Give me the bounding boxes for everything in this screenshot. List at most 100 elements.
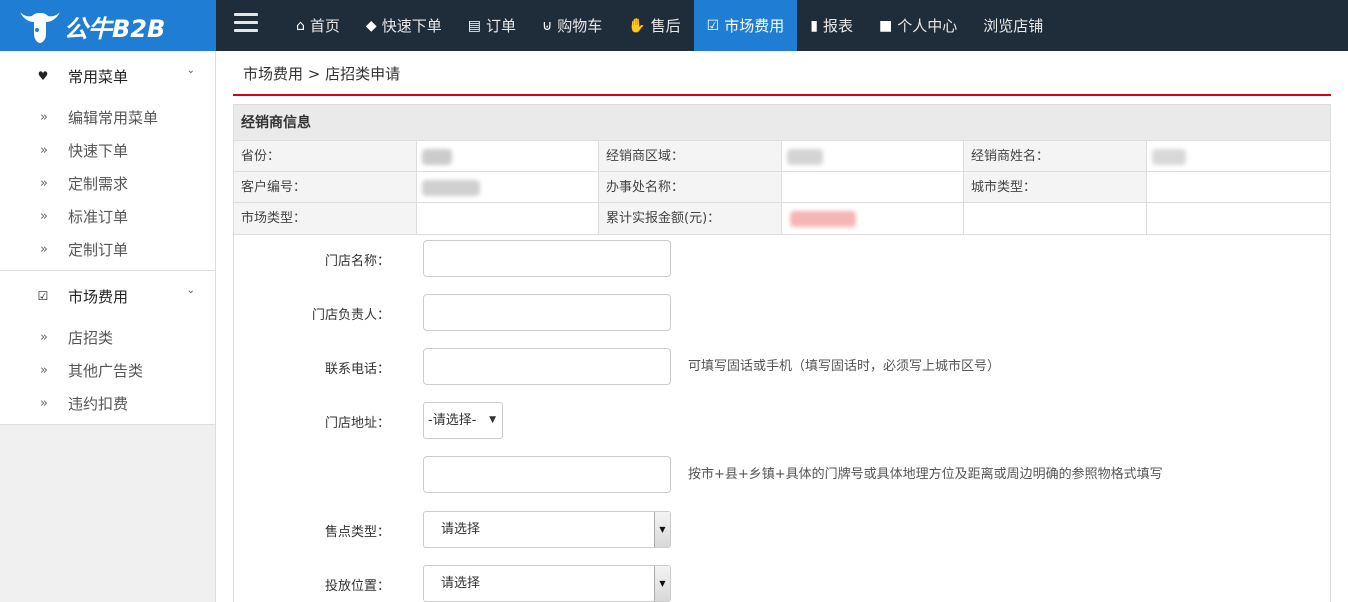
- sidebar-item[interactable]: » 编辑常用菜单: [0, 101, 215, 134]
- phone-input[interactable]: [423, 348, 671, 385]
- main-nav: ⌂ 首页 ◆ 快速下单 ▤ 订单 ⊍ 购物车 ✋ 售后 ☑ 市场费用 ▮ 报表 …: [283, 0, 1056, 51]
- sidebar-item[interactable]: » 标准订单: [0, 200, 215, 233]
- panel-title: 经销商信息: [234, 105, 1330, 141]
- sidebar: ♥ 常用菜单 ⌄ » 编辑常用菜单 » 快速下单 » 定制需求 » 标准订单 » 定制订单…: [0, 51, 216, 602]
- info-label: 办事处名称：: [599, 172, 782, 202]
- field-label: 投放位置：: [324, 579, 390, 594]
- store-owner-input[interactable]: [423, 294, 671, 331]
- double-chevron-right-icon: »: [40, 330, 48, 345]
- list-icon: ▤: [467, 17, 481, 34]
- sidebar-item-label: 违约扣费: [68, 395, 129, 413]
- tag-icon: ◆: [365, 17, 377, 34]
- info-label: [964, 203, 1147, 234]
- chevron-down-icon: ⌄: [186, 65, 195, 76]
- menu-toggle-icon[interactable]: [234, 13, 258, 33]
- info-label: 经销商姓名：: [964, 141, 1147, 171]
- redacted-value: [421, 149, 452, 165]
- sidebar-item[interactable]: » 快速下单: [0, 134, 215, 167]
- bull-logo-icon: [20, 12, 60, 43]
- sidebar-item[interactable]: » 店招类: [0, 321, 215, 354]
- phone-hint: 可填写固话或手机（填写固话时，必须写上城市区号）: [688, 359, 1001, 374]
- nav-personal-center[interactable]: ■ 个人中心: [866, 0, 970, 51]
- field-label: 售点类型：: [324, 525, 390, 540]
- info-value: [781, 203, 964, 234]
- divider: [233, 94, 1331, 96]
- nav-label: 购物车: [557, 17, 603, 35]
- sidebar-item-label: 快速下单: [68, 142, 129, 160]
- store-name-input[interactable]: [423, 240, 671, 277]
- brand-logo[interactable]: 公牛B2B: [0, 0, 216, 51]
- nav-quick-order[interactable]: ◆ 快速下单: [353, 0, 455, 51]
- info-label: 省份：: [234, 141, 417, 171]
- info-value: [416, 141, 599, 171]
- top-navbar: 公牛B2B ⌂ 首页 ◆ 快速下单 ▤ 订单 ⊍ 购物车 ✋ 售后 ☑ 市场费用: [0, 0, 1348, 51]
- heart-icon: ♥: [37, 69, 49, 83]
- nav-browse-store[interactable]: 浏览店铺: [970, 0, 1056, 51]
- sidebar-item-label: 店招类: [68, 329, 114, 347]
- nav-reports[interactable]: ▮ 报表: [797, 0, 866, 51]
- placement-select[interactable]: 请选择 ▼: [423, 565, 671, 602]
- address-detail-input[interactable]: [423, 456, 671, 493]
- info-value: [781, 172, 964, 202]
- breadcrumb: 市场费用 > 店招类申请: [243, 65, 401, 83]
- nav-market-fees[interactable]: ☑ 市场费用: [693, 0, 798, 51]
- sidebar-item-label: 其他广告类: [68, 362, 144, 380]
- main-content: 市场费用 > 店招类申请 经销商信息 省份： 经销商区域： 经销商姓名： 客户编…: [233, 51, 1331, 602]
- info-label: 客户编号：: [234, 172, 417, 202]
- field-label: 门店地址：: [324, 416, 390, 431]
- nav-after-sales[interactable]: ✋ 售后: [615, 0, 693, 51]
- info-row: 客户编号： 办事处名称： 城市类型：: [234, 172, 1330, 203]
- field-label: 门店负责人：: [311, 308, 390, 323]
- info-value: [1146, 141, 1330, 171]
- sidebar-group-header[interactable]: ♥ 常用菜单 ⌄: [0, 51, 215, 101]
- sidebar-item[interactable]: » 其他广告类: [0, 354, 215, 387]
- sale-type-select[interactable]: 请选择 ▼: [423, 511, 671, 548]
- double-chevron-right-icon: »: [40, 396, 48, 411]
- nav-label: 订单: [485, 17, 516, 35]
- address-hint: 按市+县+乡镇+具体的门牌号或具体地理方位及距离或周边明确的参照物格式填写: [688, 467, 1163, 482]
- redacted-value: [1151, 149, 1186, 165]
- info-value: [416, 203, 599, 234]
- info-value: [781, 141, 964, 171]
- caret-down-icon: ▼: [654, 566, 670, 601]
- info-row: 市场类型： 累计实报金额(元)：: [234, 203, 1330, 234]
- info-label: 城市类型：: [964, 172, 1147, 202]
- double-chevron-right-icon: »: [40, 209, 48, 224]
- info-row: 省份： 经销商区域： 经销商姓名：: [234, 141, 1330, 172]
- double-chevron-right-icon: »: [40, 110, 48, 125]
- nav-home[interactable]: ⌂ 首页: [283, 0, 353, 51]
- check-square-icon: ☑: [706, 17, 720, 34]
- dealer-info-panel: 经销商信息 省份： 经销商区域： 经销商姓名： 客户编号： 办事处名称： 城市类…: [233, 104, 1331, 235]
- select-value: 请选择: [441, 522, 481, 537]
- redacted-value: [789, 211, 856, 227]
- nav-label: 市场费用: [724, 17, 785, 35]
- sidebar-item[interactable]: » 定制需求: [0, 167, 215, 200]
- chevron-down-icon: ⌄: [186, 285, 195, 296]
- info-label: 市场类型：: [234, 203, 417, 234]
- sidebar-group-header[interactable]: ☑ 市场费用 ⌄: [0, 271, 215, 321]
- sidebar-item-label: 标准订单: [68, 208, 129, 226]
- sidebar-item-label: 编辑常用菜单: [68, 109, 159, 127]
- nav-label: 报表: [822, 17, 853, 35]
- info-value: [416, 172, 599, 202]
- address-region-select[interactable]: -请选择- ▼: [423, 402, 503, 439]
- redacted-value: [786, 149, 823, 165]
- nav-orders[interactable]: ▤ 订单: [455, 0, 529, 51]
- brand-name: 公牛B2B: [64, 15, 166, 43]
- store-sign-form: 门店名称： 门店负责人： 联系电话： 可填写固话或手机（填写固话时，必须写上城市…: [233, 234, 1331, 602]
- bar-chart-icon: ▮: [810, 17, 818, 34]
- nav-label: 个人中心: [897, 17, 958, 35]
- field-label: 联系电话：: [324, 362, 390, 377]
- sidebar-item-label: 定制订单: [68, 241, 129, 259]
- select-value: 请选择: [441, 576, 481, 591]
- sidebar-item[interactable]: » 违约扣费: [0, 387, 215, 420]
- sidebar-group-market-fees: ☑ 市场费用 ⌄ » 店招类 » 其他广告类 » 违约扣费: [0, 271, 215, 425]
- check-square-icon: ☑: [37, 289, 49, 303]
- double-chevron-right-icon: »: [40, 242, 48, 257]
- nav-label: 浏览店铺: [983, 17, 1044, 35]
- bookmark-icon: ■: [878, 17, 893, 34]
- info-value: [1146, 203, 1330, 234]
- sidebar-group-title: 常用菜单: [68, 67, 129, 86]
- sidebar-item[interactable]: » 定制订单: [0, 233, 215, 266]
- nav-cart[interactable]: ⊍ 购物车: [529, 0, 615, 51]
